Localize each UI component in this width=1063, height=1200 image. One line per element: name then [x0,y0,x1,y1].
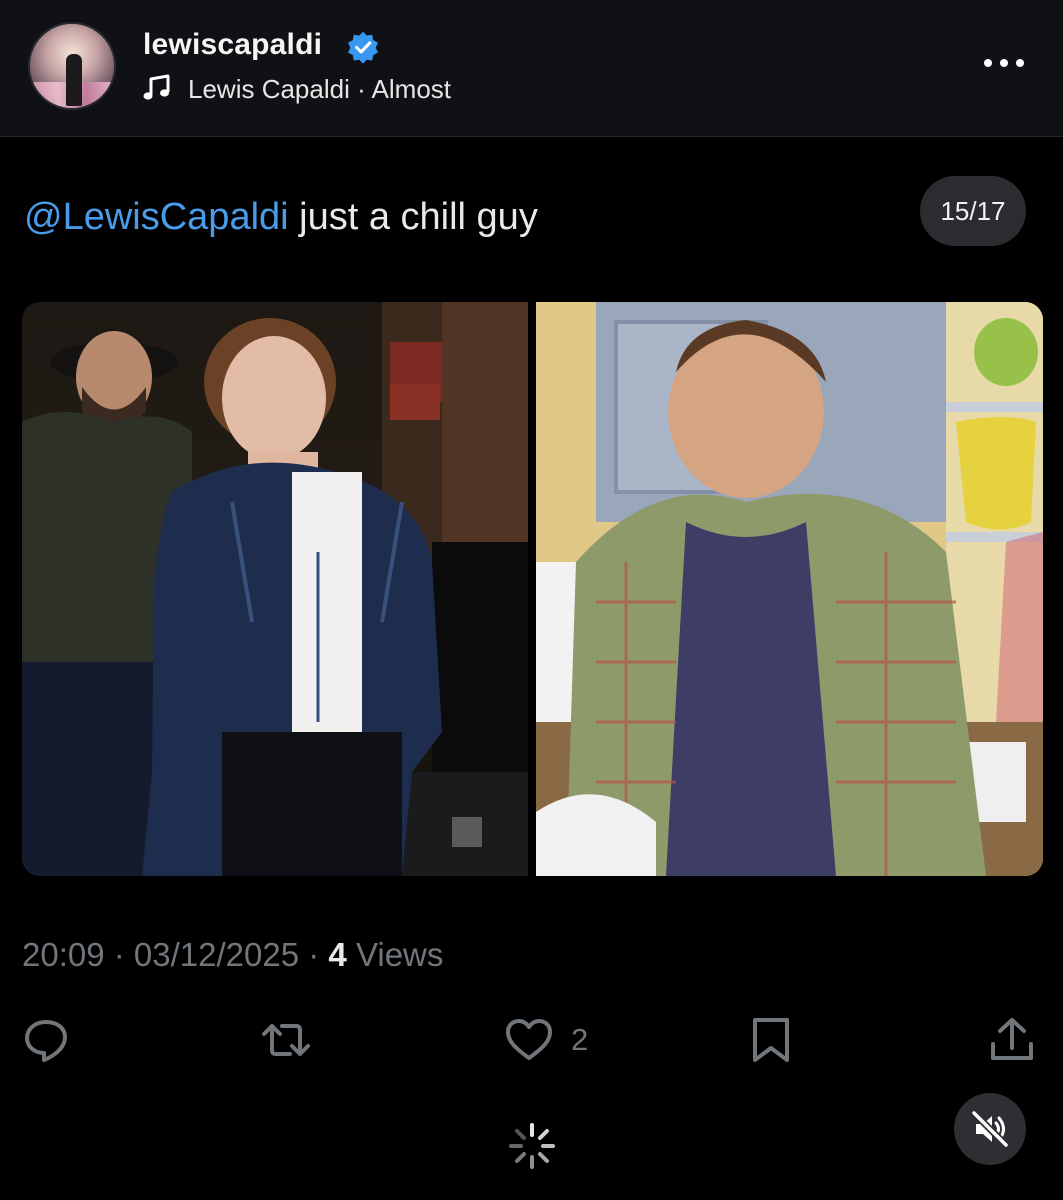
bookmark-button[interactable] [747,1016,795,1064]
photo-left[interactable] [22,302,528,876]
bookmark-icon [753,1018,789,1062]
music-note-icon [143,74,170,100]
photo-right[interactable] [536,302,1043,876]
tweet-body: just a chill guy [288,196,538,238]
mention-link[interactable]: @LewisCapaldi [24,196,289,238]
reply-icon [25,1020,67,1062]
tweet-time: 20:09 [22,936,105,973]
like-count: 2 [571,1022,589,1057]
avatar[interactable] [28,22,116,110]
story-counter-badge: 15/17 [920,176,1026,246]
speaker-muted-icon [971,1110,1009,1148]
views-count: 4 [328,936,347,973]
story-header: lewiscapaldi Lewis Capaldi · Almost [0,0,1063,137]
meta-separator-2: · [299,936,329,973]
tweet-media[interactable] [22,302,1043,876]
verified-badge-icon [348,31,378,64]
heart-icon [506,1019,552,1060]
tweet-meta: 20:09 · 03/12/2025 · 4 Views [22,936,443,974]
reply-button[interactable] [22,1016,70,1064]
like-button[interactable]: 2 [505,1016,588,1064]
loading-spinner-icon [509,1123,555,1169]
username[interactable]: lewiscapaldi [143,28,322,62]
music-track-label[interactable]: Lewis Capaldi · Almost [188,74,451,105]
avatar-figure [66,54,82,106]
share-icon [991,1018,1033,1060]
retweet-button[interactable] [262,1016,310,1064]
photo-right-illustration [536,302,1043,876]
views-label: Views [355,936,444,973]
retweet-icon [262,1024,310,1056]
tweet-date: 03/12/2025 [133,936,300,973]
photo-left-illustration [22,302,528,876]
tweet-text: @LewisCapaldi just a chill guy [24,196,538,239]
share-button[interactable] [988,1016,1036,1064]
meta-separator: · [104,936,134,973]
mute-button[interactable] [954,1093,1026,1165]
more-options-icon[interactable] [980,55,1028,71]
